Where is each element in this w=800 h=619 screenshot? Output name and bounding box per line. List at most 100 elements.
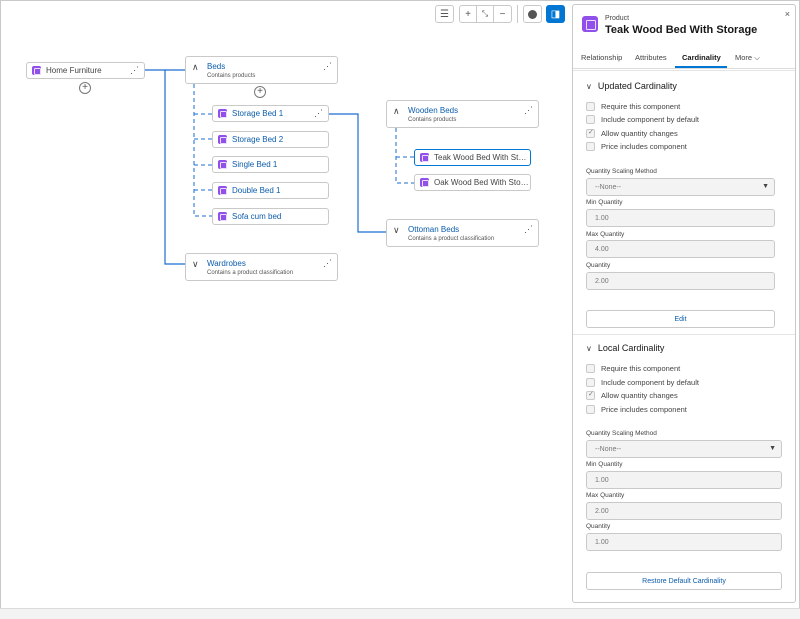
- zoom-out-button[interactable]: −: [494, 6, 511, 22]
- collapse-all-button[interactable]: [523, 5, 542, 23]
- node-label: Home Furniture: [46, 66, 102, 75]
- add-child-button[interactable]: +: [79, 82, 91, 94]
- node-label: Storage Bed 2: [232, 135, 284, 144]
- checkbox[interactable]: [586, 114, 595, 124]
- product-icon: [218, 186, 227, 195]
- quantity-field[interactable]: 1.00: [586, 533, 782, 551]
- checkbox[interactable]: [586, 363, 595, 373]
- tab-attributes[interactable]: Attributes: [635, 53, 667, 62]
- share-icon[interactable]: ⋰: [130, 65, 139, 76]
- node-double-bed-1[interactable]: Double Bed 1: [212, 182, 329, 199]
- node-storage-bed-2[interactable]: Storage Bed 2: [212, 131, 329, 148]
- chevron-down-icon: ⌵: [754, 53, 760, 62]
- field-label: Quantity: [586, 523, 611, 530]
- node-label: Storage Bed 1: [232, 109, 284, 118]
- checkbox-row[interactable]: Include component by default: [586, 377, 699, 387]
- plus-icon: +: [257, 86, 263, 97]
- share-icon[interactable]: ⋰: [323, 258, 332, 269]
- chevron-down-icon: ∨: [586, 344, 592, 353]
- field-label: Quantity Scaling Method: [586, 168, 657, 175]
- zoom-in-button[interactable]: +: [460, 6, 477, 22]
- group-subtitle: Contains products: [207, 73, 256, 79]
- checkbox-row[interactable]: Require this component: [586, 101, 680, 111]
- group-title: Wardrobes: [207, 259, 246, 268]
- checkbox[interactable]: [586, 390, 595, 400]
- node-oak-wood-bed[interactable]: Oak Wood Bed With Stora...: [414, 174, 531, 191]
- checkbox-row[interactable]: Price includes component: [586, 141, 687, 151]
- tab-more[interactable]: More ⌵: [735, 53, 760, 63]
- checkbox[interactable]: [586, 128, 595, 138]
- checkbox[interactable]: [586, 404, 595, 414]
- chevron-down-icon[interactable]: ∨: [192, 259, 199, 270]
- fit-to-screen-button[interactable]: ⤡: [477, 6, 494, 22]
- checkbox-row[interactable]: Allow quantity changes: [586, 390, 678, 400]
- plus-icon: +: [465, 8, 471, 20]
- node-storage-bed-1[interactable]: Storage Bed 1 ⋰: [212, 105, 329, 122]
- close-icon[interactable]: ×: [785, 9, 790, 19]
- node-label: Oak Wood Bed With Stora...: [434, 178, 530, 187]
- checkbox[interactable]: [586, 141, 595, 151]
- chevron-down-icon[interactable]: ∨: [393, 225, 400, 236]
- share-icon[interactable]: ⋰: [323, 61, 332, 72]
- tab-more-label: More: [735, 53, 753, 62]
- node-teak-wood-bed[interactable]: Teak Wood Bed With Stor...: [414, 149, 531, 166]
- node-single-bed-1[interactable]: Single Bed 1: [212, 156, 329, 173]
- quantity-scaling-select[interactable]: --None-- ▼: [586, 178, 775, 196]
- active-tab-indicator: [675, 66, 727, 68]
- section-heading: Updated Cardinality: [597, 81, 677, 91]
- panel-tabs: Relationship Attributes Cardinality More…: [573, 47, 795, 69]
- chevron-up-icon[interactable]: ∧: [192, 62, 199, 73]
- quantity-field[interactable]: 2.00: [586, 272, 775, 290]
- share-icon[interactable]: ⋰: [524, 224, 533, 235]
- group-title: Ottoman Beds: [408, 225, 460, 234]
- checkbox-label: Require this component: [601, 101, 681, 111]
- min-quantity-field[interactable]: 1.00: [586, 209, 775, 227]
- product-icon: [218, 109, 227, 118]
- product-icon: [420, 153, 429, 162]
- section-local-cardinality[interactable]: ∨ Local Cardinality: [586, 343, 664, 353]
- max-quantity-field[interactable]: 2.00: [586, 502, 782, 520]
- group-node-beds[interactable]: ∧ Beds Contains products ⋰: [185, 56, 338, 84]
- checkbox[interactable]: [586, 377, 595, 387]
- toggle-panel-button[interactable]: ◨: [546, 5, 565, 23]
- share-icon[interactable]: ⋰: [524, 105, 533, 116]
- group-node-wardrobes[interactable]: ∨ Wardrobes Contains a product classific…: [185, 253, 338, 281]
- plus-icon: +: [82, 82, 88, 93]
- bottom-scrollbar[interactable]: [0, 608, 800, 619]
- max-quantity-field[interactable]: 4.00: [586, 240, 775, 258]
- section-updated-cardinality[interactable]: ∨ Updated Cardinality: [586, 81, 677, 91]
- checkbox-label: Include component by default: [601, 377, 699, 387]
- list-icon: ☰: [440, 8, 449, 20]
- list-view-button[interactable]: ☰: [435, 5, 454, 23]
- chevron-down-icon: ∨: [586, 82, 592, 91]
- panel-type-label: Product: [605, 15, 630, 22]
- root-node-home-furniture[interactable]: Home Furniture ⋰: [26, 62, 145, 79]
- checkbox-row[interactable]: Include component by default: [586, 114, 699, 124]
- min-quantity-field[interactable]: 1.00: [586, 471, 782, 489]
- checkbox[interactable]: [586, 101, 595, 111]
- checkbox-row[interactable]: Price includes component: [586, 404, 687, 414]
- share-icon[interactable]: ⋰: [314, 108, 323, 119]
- add-child-button[interactable]: +: [254, 86, 266, 98]
- group-subtitle: Contains products: [408, 117, 457, 123]
- quantity-scaling-select[interactable]: --None-- ▼: [586, 440, 782, 458]
- section-heading: Local Cardinality: [597, 343, 665, 353]
- checkbox-row[interactable]: Require this component: [586, 363, 680, 373]
- zoom-controls: + ⤡ −: [459, 5, 512, 23]
- checkbox-row[interactable]: Allow quantity changes: [586, 128, 678, 138]
- checkbox-label: Include component by default: [601, 114, 699, 124]
- node-sofa-cum-bed[interactable]: Sofa cum bed: [212, 208, 329, 225]
- tab-cardinality[interactable]: Cardinality: [682, 53, 721, 62]
- tab-relationship[interactable]: Relationship: [581, 53, 622, 62]
- group-title: Wooden Beds: [408, 106, 459, 115]
- group-node-ottoman-beds[interactable]: ∨ Ottoman Beds Contains a product classi…: [386, 219, 539, 247]
- chevron-up-icon[interactable]: ∧: [393, 106, 400, 117]
- group-title: Beds: [207, 62, 226, 71]
- field-label: Quantity: [586, 262, 611, 269]
- restore-default-cardinality-button[interactable]: Restore Default Cardinality: [586, 572, 782, 590]
- field-label: Min Quantity: [586, 199, 623, 206]
- product-icon: [32, 66, 41, 75]
- checkbox-label: Price includes component: [601, 141, 687, 151]
- edit-button[interactable]: Edit: [586, 310, 775, 328]
- group-node-wooden-beds[interactable]: ∧ Wooden Beds Contains products ⋰: [386, 100, 539, 128]
